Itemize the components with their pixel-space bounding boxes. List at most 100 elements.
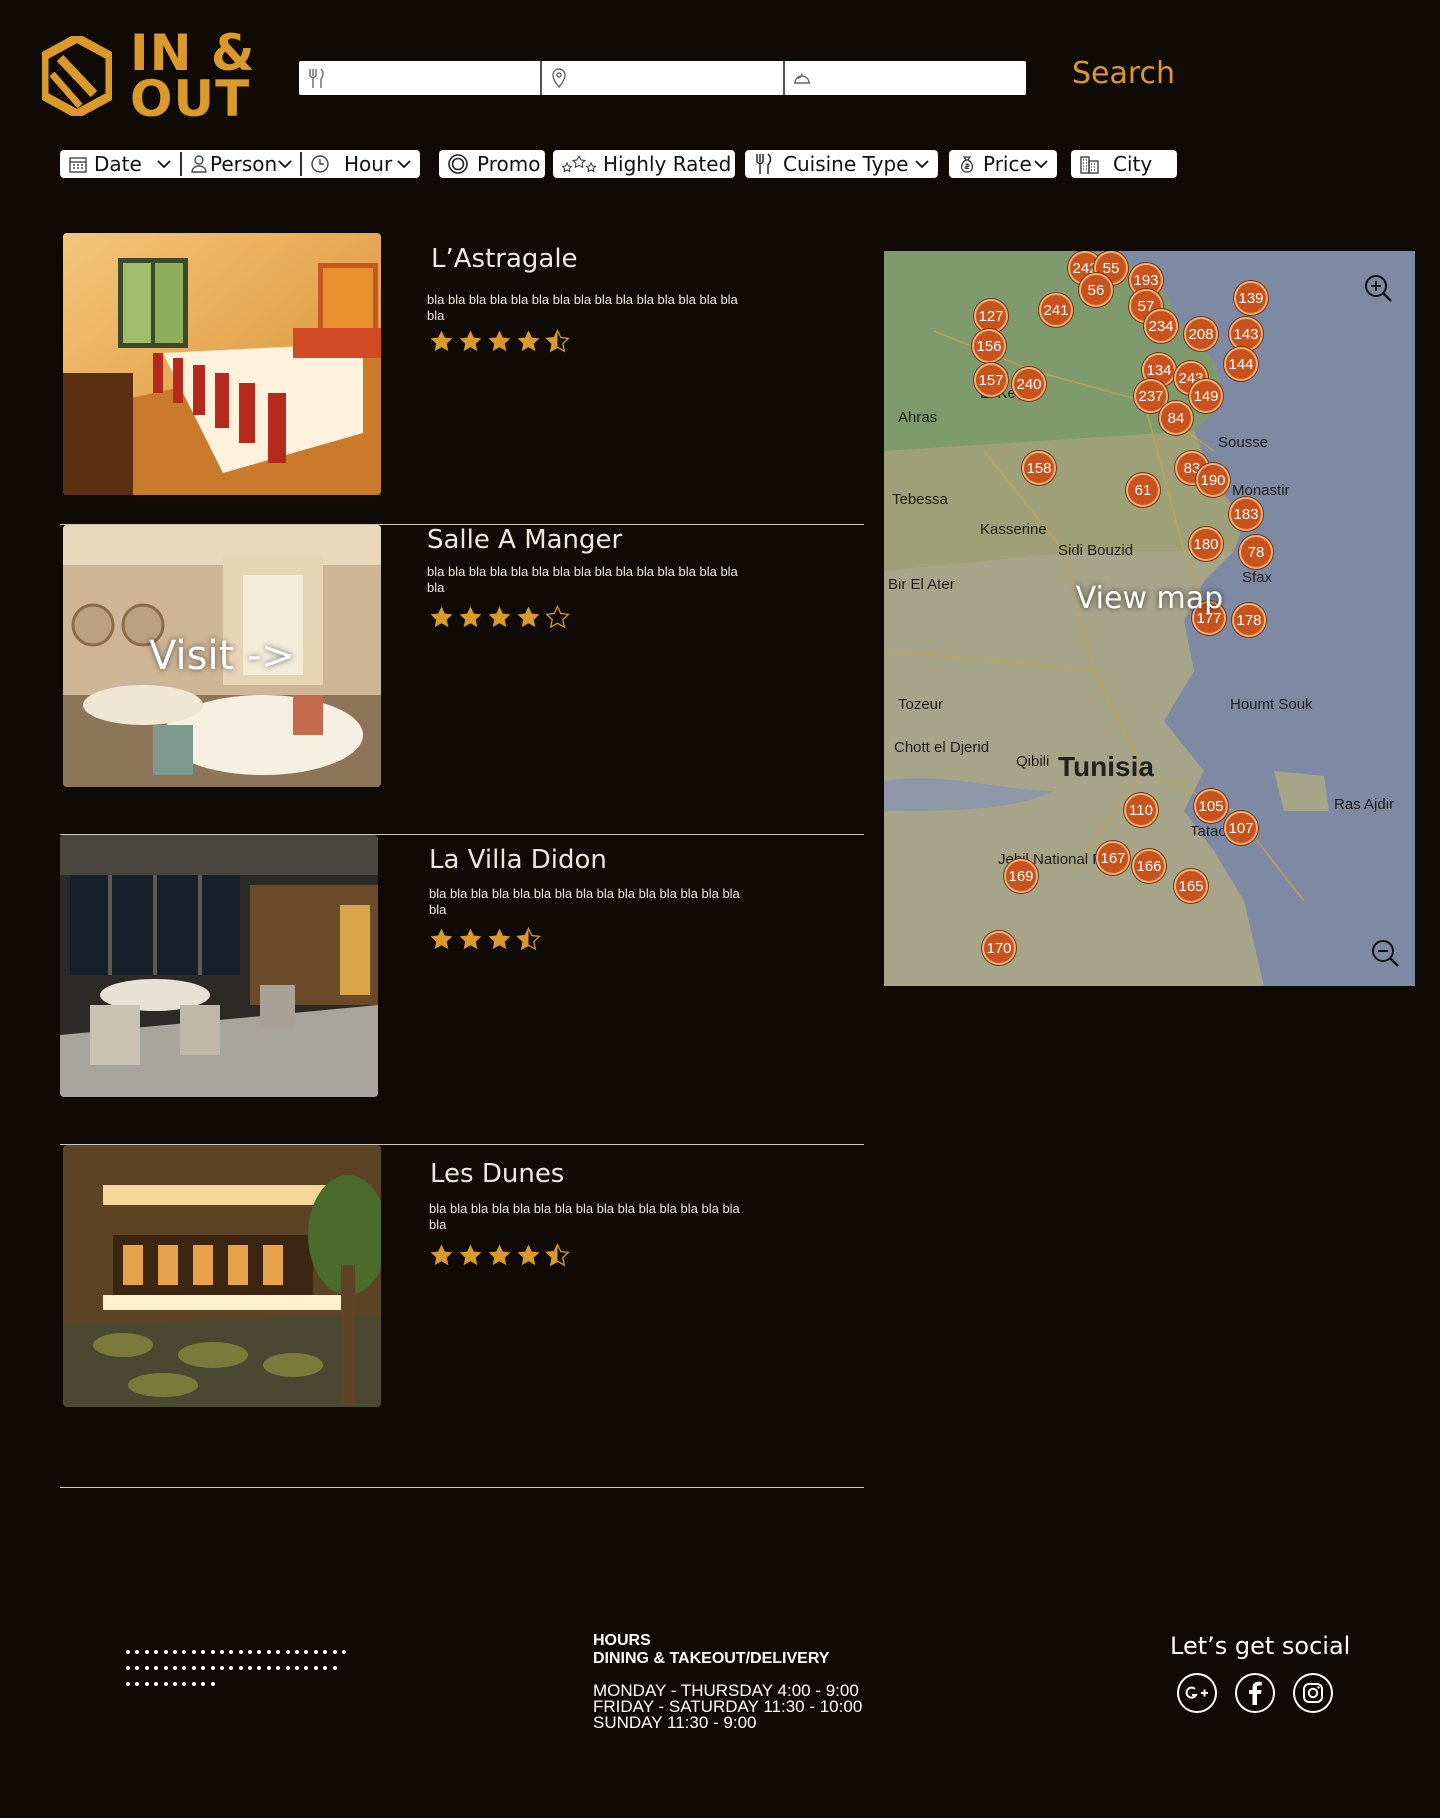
star-icon <box>545 605 570 629</box>
person-icon <box>191 155 207 173</box>
star-icon <box>517 330 540 352</box>
map-cluster-marker[interactable]: 105 <box>1194 789 1228 823</box>
clock-icon <box>311 155 329 173</box>
map-cluster-marker[interactable]: 107 <box>1224 811 1258 845</box>
dot <box>265 1645 274 1661</box>
restaurant-photo[interactable]: Visit -> <box>63 525 381 787</box>
promo-filter[interactable]: Promo <box>439 150 545 178</box>
star-icon <box>516 927 541 951</box>
zoom-in-icon[interactable] <box>1362 272 1394 304</box>
view-map-button[interactable]: View map <box>884 581 1415 616</box>
restaurant-description: bla bla bla bla bla bla bla bla bla bla … <box>427 564 738 595</box>
dot <box>255 1645 264 1661</box>
chevron-down-icon <box>397 160 411 169</box>
facebook-icon[interactable] <box>1234 1672 1276 1714</box>
dot <box>152 1661 161 1677</box>
restaurant-name[interactable]: La Villa Didon <box>429 845 607 875</box>
highly-rated-filter-label: Highly Rated <box>603 152 732 176</box>
search-where-input[interactable] <box>576 61 783 95</box>
dot <box>293 1661 302 1677</box>
map-cluster-marker[interactable]: 234 <box>1144 309 1178 343</box>
cuisine-type-filter-label: Cuisine Type <box>783 152 909 176</box>
restaurant-name[interactable]: Les Dunes <box>430 1159 564 1189</box>
map-cluster-marker[interactable]: 84 <box>1159 401 1193 435</box>
city-filter[interactable]: City <box>1071 150 1177 178</box>
map-cluster-marker[interactable]: 180 <box>1189 527 1223 561</box>
dining-room-photo <box>60 835 378 1097</box>
map-cluster-marker[interactable]: 127 <box>974 299 1008 333</box>
search-what-input[interactable] <box>333 61 540 95</box>
search-bar <box>299 61 1026 95</box>
price-filter[interactable]: Price <box>949 150 1057 178</box>
dot-row <box>124 1677 362 1693</box>
star-icon <box>459 330 482 352</box>
map-cluster-marker[interactable]: 169 <box>1004 859 1038 893</box>
map-cluster-marker[interactable]: 156 <box>972 329 1006 363</box>
restaurant-card[interactable]: La Villa Didon bla bla bla bla bla bla b… <box>60 835 864 1145</box>
rating-stars <box>429 605 570 630</box>
dot <box>199 1677 208 1693</box>
map-cluster-marker[interactable]: 144 <box>1224 347 1258 381</box>
restaurant-card[interactable]: L’Astragale bla bla bla bla bla bla bla … <box>60 215 864 525</box>
calendar-icon <box>69 157 87 173</box>
map-cluster-marker[interactable]: 157 <box>974 363 1008 397</box>
dot <box>284 1661 293 1677</box>
star-icon <box>488 606 511 628</box>
search-button[interactable]: Search <box>1072 56 1175 91</box>
highly-rated-filter[interactable]: Highly Rated <box>553 150 735 178</box>
dot <box>227 1645 236 1661</box>
chevron-down-icon <box>157 160 171 169</box>
dot <box>180 1645 189 1661</box>
restaurant-photo[interactable] <box>63 233 381 495</box>
person-filter[interactable]: Person <box>182 150 300 178</box>
dot <box>321 1661 330 1677</box>
zoom-out-icon[interactable] <box>1369 937 1401 969</box>
dot <box>246 1661 255 1677</box>
map-cluster-marker[interactable]: 190 <box>1196 463 1230 497</box>
restaurant-card[interactable]: Les Dunes bla bla bla bla bla bla bla bl… <box>60 1145 864 1488</box>
map-cluster-marker[interactable]: 139 <box>1234 281 1268 315</box>
star-icon <box>517 1244 540 1266</box>
google-plus-icon[interactable] <box>1176 1672 1218 1714</box>
map-cluster-marker[interactable]: 183 <box>1229 497 1263 531</box>
dot <box>255 1661 264 1677</box>
dot <box>124 1645 133 1661</box>
chevron-down-icon <box>1034 160 1048 169</box>
date-filter[interactable]: Date <box>60 150 180 178</box>
restaurant-photo[interactable] <box>60 835 378 1097</box>
visit-overlay-link[interactable]: Visit -> <box>63 525 381 787</box>
map-cluster-marker[interactable]: 166 <box>1132 849 1166 883</box>
city-filter-label: City <box>1113 152 1153 176</box>
map-cluster-marker[interactable]: 170 <box>982 931 1016 965</box>
map-cluster-marker[interactable]: 143 <box>1229 317 1263 351</box>
dot <box>133 1661 142 1677</box>
hour-filter[interactable]: Hour <box>302 150 420 178</box>
dot <box>152 1677 161 1693</box>
map-cluster-marker[interactable]: 208 <box>1184 317 1218 351</box>
restaurant-name[interactable]: Salle A Manger <box>427 525 622 555</box>
social-title: Let’s get social <box>1170 1632 1351 1660</box>
map-cluster-marker[interactable]: 241 <box>1039 293 1073 327</box>
dot <box>331 1661 340 1677</box>
dot <box>133 1645 142 1661</box>
dot <box>133 1677 142 1693</box>
map-cluster-marker[interactable]: 61 <box>1126 473 1160 507</box>
instagram-icon[interactable] <box>1292 1672 1334 1714</box>
logo[interactable]: IN & OUT <box>42 28 255 124</box>
map-cluster-marker[interactable]: 165 <box>1174 869 1208 903</box>
restaurant-name[interactable]: L’Astragale <box>431 244 578 274</box>
map-cluster-marker[interactable]: 56 <box>1079 273 1113 307</box>
map-cluster-marker[interactable]: 78 <box>1239 535 1273 569</box>
map-cluster-marker[interactable]: 167 <box>1096 841 1130 875</box>
map-cluster-marker[interactable]: 240 <box>1012 367 1046 401</box>
dining-room-photo <box>63 1145 381 1407</box>
map-cluster-marker[interactable]: 158 <box>1022 451 1056 485</box>
search-service-input[interactable] <box>819 61 1026 95</box>
map-cluster-marker[interactable]: 110 <box>1124 793 1158 827</box>
rating-stars <box>429 1243 570 1268</box>
map-panel[interactable]: BejaEl KefSousseMonastirTebessaKasserine… <box>884 251 1415 986</box>
map-cluster-marker[interactable]: 149 <box>1189 379 1223 413</box>
cuisine-type-filter[interactable]: Cuisine Type <box>745 150 938 178</box>
restaurant-photo[interactable] <box>63 1145 381 1407</box>
restaurant-card[interactable]: Visit -> Salle A Manger bla bla bla bla … <box>60 525 864 835</box>
